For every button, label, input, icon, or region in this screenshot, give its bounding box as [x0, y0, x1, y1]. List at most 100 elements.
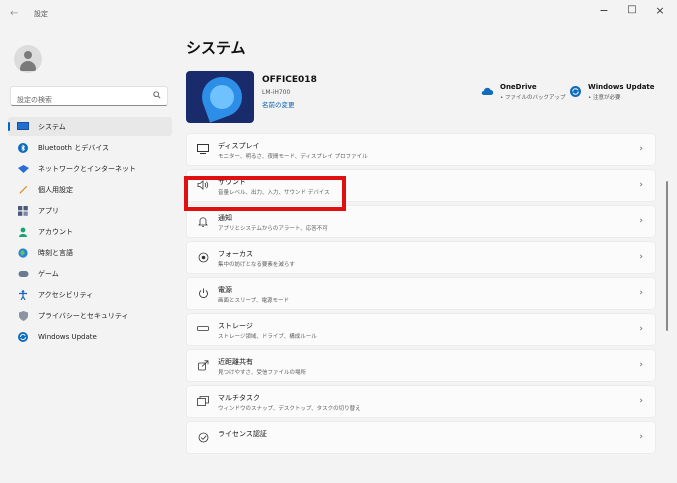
rename-link[interactable]: 名前の変更 — [262, 99, 295, 109]
chevron-right-icon: › — [639, 288, 643, 298]
wallpaper-swirl-inner-shape — [210, 85, 234, 109]
windows-update-subtitle: • 注意が必要 — [588, 95, 621, 101]
row-subtitle: 画面とスリープ、電源モード — [218, 298, 290, 304]
settings-window: ← 設定 − □ × システム — [0, 0, 677, 483]
settings-row-storage[interactable]: ストレージ ストレージ領域、ドライブ、構成ルール › — [186, 313, 656, 346]
accounts-icon — [16, 226, 30, 238]
bell-icon — [195, 216, 211, 228]
avatar[interactable] — [14, 45, 42, 73]
onedrive-title: OneDrive — [500, 83, 537, 91]
main-content: システム OFFICE018 LM-iH700 名前の変更 OneDrive •… — [176, 26, 666, 483]
search-box[interactable] — [10, 86, 168, 109]
sidebar-item-accessibility[interactable]: アクセシビリティ — [8, 285, 172, 304]
storage-icon — [195, 324, 211, 336]
gaming-icon — [16, 268, 30, 280]
sound-highlight-annotation — [184, 176, 346, 211]
close-button[interactable]: × — [652, 4, 668, 17]
maximize-button[interactable]: □ — [624, 4, 640, 15]
cloud-icon — [480, 86, 494, 98]
search-icon[interactable] — [153, 91, 161, 101]
sidebar-item-label: アカウント — [38, 227, 73, 236]
share-icon — [195, 360, 211, 372]
device-wallpaper-image — [186, 71, 254, 123]
window-title: 設定 — [34, 10, 48, 18]
back-button[interactable]: ← — [10, 8, 18, 19]
sidebar-item-gaming[interactable]: ゲーム — [8, 264, 172, 283]
sidebar-item-label: 時刻と言語 — [38, 248, 73, 257]
scrollbar[interactable] — [666, 26, 669, 483]
sidebar-item-system[interactable]: システム — [8, 117, 172, 136]
device-model: LM-iH700 — [262, 89, 291, 96]
personalization-icon — [16, 184, 30, 196]
checkmark-circle-icon — [195, 432, 211, 444]
onedrive-action[interactable]: OneDrive • ファイルのバックアップ — [480, 83, 566, 101]
row-subtitle: ウィンドウのスナップ、デスクトップ、タスクの切り替え — [218, 406, 361, 412]
windows-update-icon — [568, 86, 582, 98]
sidebar-item-label: Windows Update — [38, 332, 97, 341]
sidebar-item-label: 個人用設定 — [38, 185, 73, 194]
sidebar-item-personalization[interactable]: 個人用設定 — [8, 180, 172, 199]
chevron-right-icon: › — [639, 216, 643, 226]
row-title: ディスプレイ — [218, 142, 260, 150]
onedrive-text: OneDrive • ファイルのバックアップ — [500, 83, 566, 101]
row-title: フォーカス — [218, 250, 253, 258]
sidebar-nav: システム Bluetooth とデバイス ネットワークとインターネット 個人用設… — [8, 117, 172, 348]
chevron-right-icon: › — [639, 396, 643, 406]
settings-row-focus[interactable]: フォーカス 集中の妨げとなる要素を減らす › — [186, 241, 656, 274]
settings-row-activation[interactable]: ライセンス認証 › — [186, 421, 656, 454]
sidebar-item-label: アプリ — [38, 206, 59, 215]
time-language-icon — [16, 247, 30, 259]
minimize-button[interactable]: − — [596, 4, 612, 17]
settings-row-display[interactable]: ディスプレイ モニター、明るさ、夜間モード、ディスプレイ プロファイル › — [186, 133, 656, 166]
onedrive-subtitle: • ファイルのバックアップ — [500, 95, 566, 101]
sidebar-item-bluetooth[interactable]: Bluetooth とデバイス — [8, 138, 172, 157]
chevron-right-icon: › — [639, 252, 643, 262]
windows-update-text: Windows Update • 注意が必要 — [588, 83, 655, 101]
scrollbar-thumb[interactable] — [666, 181, 668, 331]
multitasking-icon — [195, 396, 211, 408]
row-subtitle: モニター、明るさ、夜間モード、ディスプレイ プロファイル — [218, 154, 368, 160]
device-name: OFFICE018 — [262, 75, 317, 85]
sidebar-item-windows-update[interactable]: Windows Update — [8, 327, 172, 346]
chevron-right-icon: › — [639, 180, 643, 190]
sidebar-item-label: Bluetooth とデバイス — [38, 143, 109, 152]
sidebar-item-label: システム — [38, 122, 66, 131]
sidebar-item-accounts[interactable]: アカウント — [8, 222, 172, 241]
row-subtitle: 集中の妨げとなる要素を減らす — [218, 262, 295, 268]
focus-icon — [195, 252, 211, 264]
device-card: OFFICE018 LM-iH700 名前の変更 OneDrive • ファイル… — [186, 71, 656, 123]
settings-row-multitasking[interactable]: マルチタスク ウィンドウのスナップ、デスクトップ、タスクの切り替え › — [186, 385, 656, 418]
sidebar-item-label: アクセシビリティ — [38, 290, 94, 299]
windows-update-action[interactable]: Windows Update • 注意が必要 — [568, 83, 655, 101]
row-title: 電源 — [218, 286, 232, 294]
bluetooth-icon — [16, 142, 30, 154]
windows-update-icon — [16, 331, 30, 343]
sidebar-item-label: プライバシーとセキュリティ — [38, 311, 129, 320]
power-icon — [195, 288, 211, 300]
settings-row-power[interactable]: 電源 画面とスリープ、電源モード › — [186, 277, 656, 310]
sidebar-item-label: ゲーム — [38, 269, 59, 278]
sidebar-item-apps[interactable]: アプリ — [8, 201, 172, 220]
row-subtitle: アプリとシステムからのアラート、応答不可 — [218, 226, 328, 232]
shield-icon — [16, 310, 30, 322]
chevron-right-icon: › — [639, 144, 643, 154]
row-title: 近距離共有 — [218, 358, 253, 366]
avatar-head-shape — [24, 51, 32, 59]
sidebar-item-time-language[interactable]: 時刻と言語 — [8, 243, 172, 262]
settings-row-nearby-sharing[interactable]: 近距離共有 見つけやすさ、受信ファイルの場所 › — [186, 349, 656, 382]
title-bar: ← 設定 − □ × — [0, 0, 677, 26]
windows-update-title: Windows Update — [588, 83, 655, 91]
sidebar-item-network[interactable]: ネットワークとインターネット — [8, 159, 172, 178]
row-title: 通知 — [218, 214, 232, 222]
chevron-right-icon: › — [639, 360, 643, 370]
display-icon — [195, 144, 211, 156]
row-title: ライセンス認証 — [218, 430, 267, 438]
page-title: システム — [186, 39, 246, 57]
sidebar: システム Bluetooth とデバイス ネットワークとインターネット 個人用設… — [0, 26, 176, 483]
sidebar-item-privacy[interactable]: プライバシーとセキュリティ — [8, 306, 172, 325]
row-title: ストレージ — [218, 322, 253, 330]
row-subtitle: 見つけやすさ、受信ファイルの場所 — [218, 370, 307, 376]
network-icon — [16, 163, 30, 175]
search-input[interactable] — [11, 91, 141, 109]
chevron-right-icon: › — [639, 432, 643, 442]
